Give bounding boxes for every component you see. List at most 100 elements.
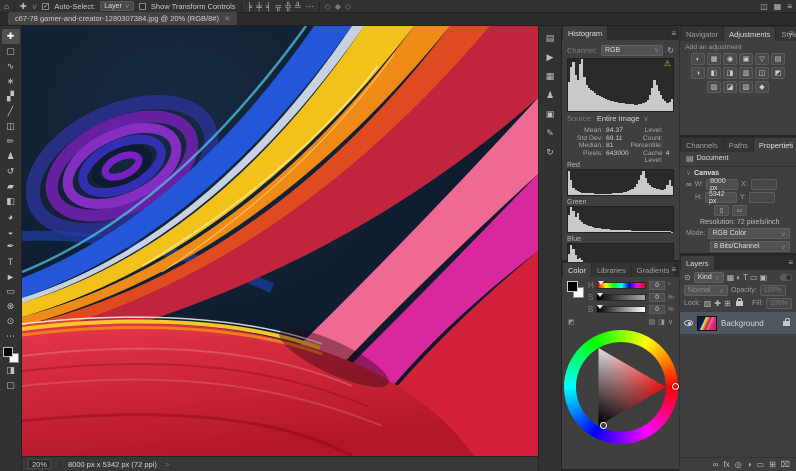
fill-field[interactable]: 100% <box>766 298 792 309</box>
info-panel-icon[interactable]: ▦ <box>541 68 559 85</box>
blend-mode-dropdown[interactable]: Normal ∨ <box>684 285 728 296</box>
brush-tool[interactable]: ✏ <box>2 134 20 149</box>
wheel-mode-icon[interactable]: ◨ <box>658 318 665 326</box>
home-icon[interactable]: ⌂ <box>4 0 9 13</box>
posterize-icon[interactable]: ▨ <box>707 81 721 93</box>
workspace-icon[interactable]: ≡ <box>787 0 792 13</box>
wheel-expand-icon[interactable]: ∨ <box>668 318 673 326</box>
cached-data-warning-icon[interactable]: ⚠ <box>664 60 671 68</box>
wheel-settings-icon[interactable]: ▤ <box>649 318 656 326</box>
zoom-level-field[interactable]: 20% <box>28 459 51 469</box>
panel-menu-icon[interactable]: ≡ <box>788 258 793 267</box>
shape-filter-icon[interactable]: ▭ <box>750 273 758 282</box>
y-field[interactable] <box>749 192 775 203</box>
path-selection-tool[interactable]: ► <box>2 269 20 284</box>
exposure-icon[interactable]: ▣ <box>739 53 753 65</box>
link-layers-icon[interactable]: ∞ <box>713 460 719 469</box>
close-tab-icon[interactable]: × <box>225 14 230 23</box>
vibrance-icon[interactable]: ▽ <box>755 53 769 65</box>
saturation-slider[interactable] <box>596 294 646 301</box>
hue-saturation-icon[interactable]: ▤ <box>771 53 785 65</box>
history-panel-icon[interactable]: ↻ <box>541 144 559 161</box>
3d-orbit-icon[interactable]: ◇ <box>345 0 351 13</box>
actions-panel-icon[interactable]: ▶ <box>541 49 559 66</box>
panel-menu-icon[interactable]: ≡ <box>788 29 793 38</box>
panel-menu-icon[interactable]: ≡ <box>788 140 793 149</box>
slider-marker[interactable] <box>597 305 603 309</box>
notes-panel-icon[interactable]: ✎ <box>541 125 559 142</box>
crop-tool[interactable]: ▞ <box>2 89 20 104</box>
quick-mask-icon[interactable]: ◨ <box>2 363 20 378</box>
eyedropper-tool[interactable]: ╱ <box>2 104 20 119</box>
align-center-h-icon[interactable]: ╪ <box>256 0 262 13</box>
uncached-refresh-icon[interactable]: ↻ <box>667 46 674 55</box>
slider-marker[interactable] <box>598 281 604 285</box>
distribute-icon[interactable]: ◇ <box>325 0 331 13</box>
marquee-tool[interactable]: ▢ <box>2 44 20 59</box>
show-transform-checkbox[interactable] <box>139 3 146 10</box>
libraries-panel-icon[interactable]: ♟ <box>541 87 559 104</box>
bit-depth-dropdown[interactable]: 8 Bits/Channel ∨ <box>710 241 790 252</box>
link-dimensions-icon[interactable]: ∞ <box>686 180 692 189</box>
lock-all-icon[interactable] <box>736 301 743 306</box>
mode-dropdown[interactable]: RGB Color ∨ <box>708 228 790 239</box>
delete-layer-icon[interactable]: ⌧ <box>781 460 790 469</box>
blur-tool[interactable]: ◕ <box>2 209 20 224</box>
filter-toggle[interactable] <box>780 274 792 281</box>
tab-libraries[interactable]: Libraries <box>592 263 631 277</box>
gradient-map-icon[interactable]: ▧ <box>739 81 753 93</box>
foreground-color-swatch[interactable] <box>567 281 578 292</box>
curves-icon[interactable]: ◉ <box>723 53 737 65</box>
hue-selector[interactable] <box>672 383 679 390</box>
tab-color[interactable]: Color <box>563 263 591 277</box>
color-balance-icon[interactable]: ◑ <box>691 67 705 79</box>
hand-tool[interactable]: ⊛ <box>2 299 20 314</box>
align-bottom-icon[interactable]: ╩ <box>295 0 301 13</box>
layer-row-background[interactable]: Background <box>680 312 796 334</box>
align-top-icon[interactable]: ╦ <box>276 0 282 13</box>
black-white-icon[interactable]: ◧ <box>707 67 721 79</box>
color-wheel[interactable] <box>564 330 678 444</box>
canvas[interactable] <box>22 26 538 456</box>
hue-value-field[interactable]: 0 <box>649 281 665 290</box>
landscape-orientation-button[interactable]: ▭ <box>732 205 747 216</box>
dodge-tool[interactable]: ◒ <box>2 224 20 239</box>
channel-mixer-icon[interactable]: ▥ <box>739 67 753 79</box>
tab-styles[interactable]: Styles <box>776 27 796 41</box>
channel-dropdown[interactable]: RGB ∨ <box>601 45 663 56</box>
arrange-icon[interactable]: ▦ <box>774 0 782 13</box>
status-arrow-icon[interactable]: > <box>165 460 169 469</box>
threshold-icon[interactable]: ◪ <box>723 81 737 93</box>
layer-effects-icon[interactable]: fx <box>723 460 729 469</box>
new-layer-icon[interactable]: ⊞ <box>769 460 776 469</box>
source-value[interactable]: Entire Image <box>597 114 640 123</box>
selective-color-icon[interactable]: ◆ <box>755 81 769 93</box>
gradient-tool[interactable]: ◧ <box>2 194 20 209</box>
document-tab[interactable]: c67-78 gamer-and-creator-1280307384.jpg … <box>8 12 237 25</box>
move-tool[interactable]: ✚ <box>2 29 20 44</box>
portrait-orientation-button[interactable]: ▯ <box>714 205 729 216</box>
shape-tool[interactable]: ▭ <box>2 284 20 299</box>
auto-select-checkbox[interactable]: ✓ <box>42 3 49 10</box>
clipboard-panel-icon[interactable]: ▤ <box>541 30 559 47</box>
align-middle-icon[interactable]: ╬ <box>285 0 291 13</box>
lasso-tool[interactable]: ∿ <box>2 59 20 74</box>
lock-position-icon[interactable]: ⊞ <box>724 299 731 308</box>
brightness-value-field[interactable]: 0 <box>649 305 665 314</box>
levels-icon[interactable]: ▦ <box>707 53 721 65</box>
opacity-field[interactable]: 100% <box>760 285 786 296</box>
wheel-swatch-icon[interactable]: ◩ <box>568 318 575 326</box>
pen-tool[interactable]: ✒ <box>2 239 20 254</box>
grid-view-icon[interactable]: ◫ <box>760 0 768 13</box>
tab-histogram[interactable]: Histogram <box>563 26 607 40</box>
width-field[interactable]: 8000 px <box>706 179 738 190</box>
lock-pixels-icon[interactable]: ✚ <box>714 299 721 308</box>
type-filter-icon[interactable]: T <box>743 273 748 282</box>
layer-mask-icon[interactable]: ◎ <box>735 460 742 469</box>
align-left-icon[interactable]: ╞ <box>247 0 253 13</box>
brightness-slider[interactable] <box>596 306 646 313</box>
adjustment-filter-icon[interactable]: ◐ <box>736 273 741 282</box>
tab-gradients[interactable]: Gradients <box>632 263 675 277</box>
lock-transparency-icon[interactable]: ▨ <box>704 299 712 308</box>
sb-selector[interactable] <box>600 422 607 429</box>
